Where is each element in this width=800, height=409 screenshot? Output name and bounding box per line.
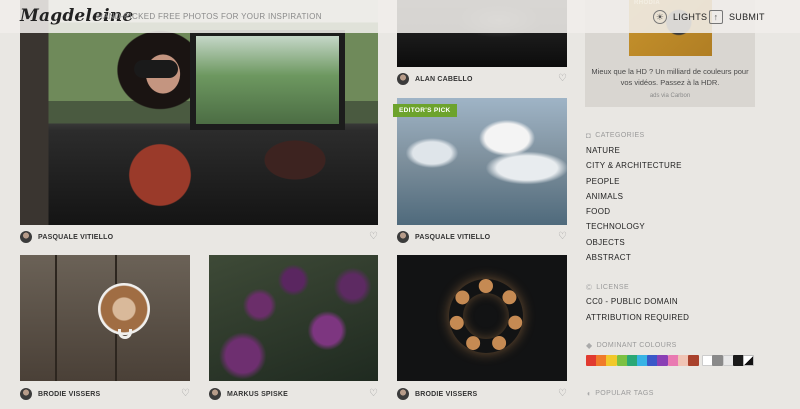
colour-swatch[interactable] <box>606 355 618 366</box>
lights-button[interactable]: ☀ LIGHTS <box>653 9 707 25</box>
heart-icon[interactable]: ♡ <box>181 388 190 400</box>
category-nature[interactable]: NATURE <box>586 146 620 155</box>
author-name[interactable]: ALAN CABELLO <box>415 76 473 83</box>
popular-tags-heading: ◖ POPULAR TAGS <box>586 389 654 398</box>
heart-icon[interactable]: ♡ <box>558 231 567 243</box>
site-tagline: HAND-PICKED FREE PHOTOS FOR YOUR INSPIRA… <box>97 12 322 21</box>
category-animals[interactable]: ANIMALS <box>586 192 623 201</box>
bulb-icon: ☀ <box>653 10 667 24</box>
lights-ring <box>449 279 523 353</box>
license-attribution[interactable]: ATTRIBUTION REQUIRED <box>586 313 689 322</box>
photo-clouds-aerial[interactable] <box>397 98 567 225</box>
cup-handle <box>118 329 132 339</box>
photo-woman-in-car[interactable] <box>20 0 378 225</box>
photo-caption: BRODIE VISSERS ♡ <box>20 386 190 402</box>
top-bar: Magdeleine HAND-PICKED FREE PHOTOS FOR Y… <box>0 0 800 33</box>
avatar[interactable] <box>20 231 32 243</box>
author-name[interactable]: PASQUALE VITIELLO <box>38 234 113 241</box>
colour-swatch[interactable] <box>743 355 754 366</box>
category-people[interactable]: PEOPLE <box>586 177 620 186</box>
car-window <box>190 30 345 130</box>
photo-caption: BRODIE VISSERS ♡ <box>397 386 567 402</box>
category-abstract[interactable]: ABSTRACT <box>586 253 631 262</box>
sunglasses <box>134 60 178 78</box>
photo-caption: MARKUS SPISKE ♡ <box>209 386 378 402</box>
photo-lavender-flowers[interactable] <box>209 255 378 381</box>
upload-icon: ↑ <box>709 10 723 24</box>
photo-string-lights[interactable] <box>397 255 567 381</box>
photo-caption: PASQUALE VITIELLO ♡ <box>397 229 567 245</box>
ad-via-link[interactable]: ads via Carbon <box>585 93 755 99</box>
colour-swatch[interactable] <box>722 355 734 366</box>
photo-coffee-cup[interactable] <box>20 255 190 381</box>
heart-icon[interactable]: ♡ <box>369 231 378 243</box>
drop-icon: ◆ <box>586 341 593 350</box>
colour-swatch[interactable] <box>712 355 724 366</box>
submit-label: SUBMIT <box>729 12 765 22</box>
copyright-icon: © <box>586 283 593 292</box>
avatar[interactable] <box>20 388 32 400</box>
colour-swatch[interactable] <box>688 355 699 366</box>
categories-heading: ◘ CATEGORIES <box>586 131 645 140</box>
author-name[interactable]: MARKUS SPISKE <box>227 391 288 398</box>
author-name[interactable]: BRODIE VISSERS <box>415 391 477 398</box>
ad-image-label: RHÖDIA <box>634 0 661 6</box>
colours-heading: ◆ DOMINANT COLOURS <box>586 341 677 350</box>
photo-caption: PASQUALE VITIELLO ♡ <box>20 229 378 245</box>
heart-icon[interactable]: ♡ <box>369 388 378 400</box>
license-cc0[interactable]: CC0 - PUBLIC DOMAIN <box>586 297 678 306</box>
heart-icon[interactable]: ♡ <box>558 73 567 85</box>
colour-swatch[interactable] <box>657 355 669 366</box>
category-technology[interactable]: TECHNOLOGY <box>586 222 645 231</box>
avatar[interactable] <box>397 231 409 243</box>
heart-icon[interactable]: ♡ <box>558 388 567 400</box>
ad-text[interactable]: Mieux que la HD ? Un milliard de couleur… <box>589 66 751 88</box>
license-heading: © LICENSE <box>586 283 630 292</box>
category-food[interactable]: FOOD <box>586 207 610 216</box>
coffee-cup <box>98 283 150 335</box>
colour-swatch[interactable] <box>616 355 628 366</box>
tag-icon: ◖ <box>586 389 592 398</box>
camera-icon: ◘ <box>586 131 592 140</box>
avatar[interactable] <box>397 73 409 85</box>
category-objects[interactable]: OBJECTS <box>586 238 625 247</box>
category-city-architecture[interactable]: CITY & ARCHITECTURE <box>586 161 682 170</box>
avatar[interactable] <box>397 388 409 400</box>
author-name[interactable]: BRODIE VISSERS <box>38 391 100 398</box>
avatar[interactable] <box>209 388 221 400</box>
colour-swatch[interactable] <box>667 355 679 366</box>
photo-caption: ALAN CABELLO ♡ <box>397 71 567 87</box>
submit-button[interactable]: ↑ SUBMIT <box>709 9 765 25</box>
author-name[interactable]: PASQUALE VITIELLO <box>415 234 490 241</box>
lights-label: LIGHTS <box>673 12 708 22</box>
editors-pick-badge: EDITOR'S PICK <box>393 104 457 117</box>
